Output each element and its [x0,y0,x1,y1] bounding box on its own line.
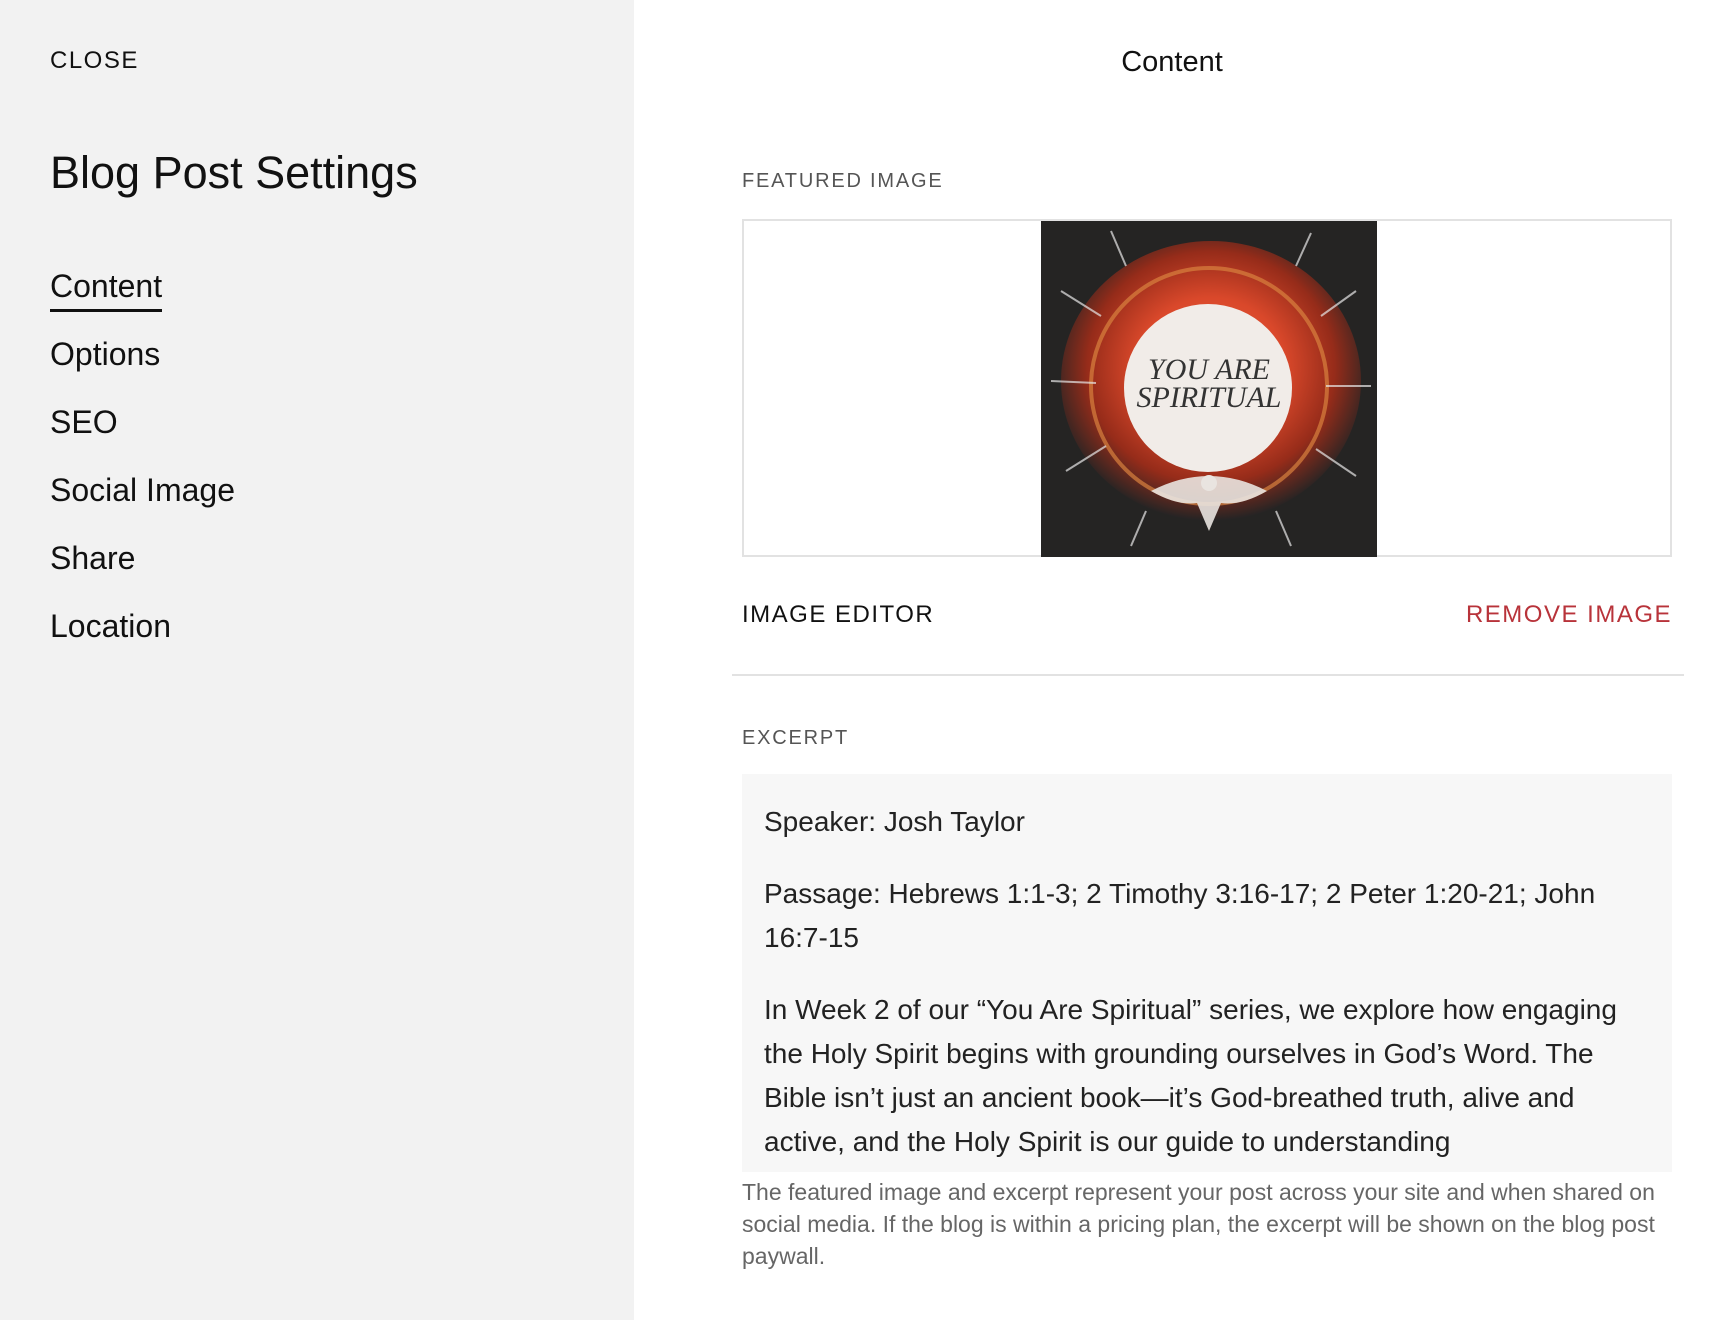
featured-image-label: FEATURED IMAGE [742,170,944,192]
content-panel: Content FEATURED IMAGE YOU ARE SPIRITUAL… [634,0,1710,1320]
image-actions: IMAGE EDITOR REMOVE IMAGE [742,601,1672,633]
image-text-line2: SPIRITUAL [1137,381,1282,414]
panel-title: Content [1121,46,1223,78]
excerpt-paragraph: In Week 2 of our “You Are Spiritual” ser… [764,994,1617,1157]
featured-image-artwork: YOU ARE SPIRITUAL [1041,221,1377,557]
featured-image-box[interactable]: YOU ARE SPIRITUAL [742,219,1672,557]
nav-item-label: Content [50,268,163,312]
nav-item-content[interactable]: Content [50,268,235,336]
nav-item-label: Location [50,608,171,644]
excerpt-label: EXCERPT [742,727,850,749]
image-editor-button[interactable]: IMAGE EDITOR [742,601,934,629]
excerpt-editor[interactable]: Speaker: Josh Taylor Passage: Hebrews 1:… [742,774,1672,1172]
nav-item-label: SEO [50,404,118,440]
settings-nav: Content Options SEO Social Image Share L… [50,268,235,676]
nav-item-options[interactable]: Options [50,336,235,404]
nav-item-location[interactable]: Location [50,608,235,676]
featured-image[interactable]: YOU ARE SPIRITUAL [1041,221,1377,557]
nav-item-label: Social Image [50,472,235,508]
blog-post-settings-page: CLOSE Blog Post Settings Content Options… [0,0,1710,1320]
excerpt-paragraph: Passage: Hebrews 1:1-3; 2 Timothy 3:16-1… [764,878,1596,953]
close-button[interactable]: CLOSE [50,47,139,75]
nav-item-seo[interactable]: SEO [50,404,235,472]
nav-item-label: Options [50,336,161,372]
nav-item-share[interactable]: Share [50,540,235,608]
sidebar-title: Blog Post Settings [50,147,418,198]
remove-image-button[interactable]: REMOVE IMAGE [1466,601,1672,629]
excerpt-help-text: The featured image and excerpt represent… [742,1179,1655,1269]
section-divider [732,674,1684,676]
excerpt-paragraph: Speaker: Josh Taylor [764,806,1025,837]
settings-sidebar: CLOSE Blog Post Settings Content Options… [0,0,634,1320]
nav-item-label: Share [50,540,136,576]
nav-item-social-image[interactable]: Social Image [50,472,235,540]
